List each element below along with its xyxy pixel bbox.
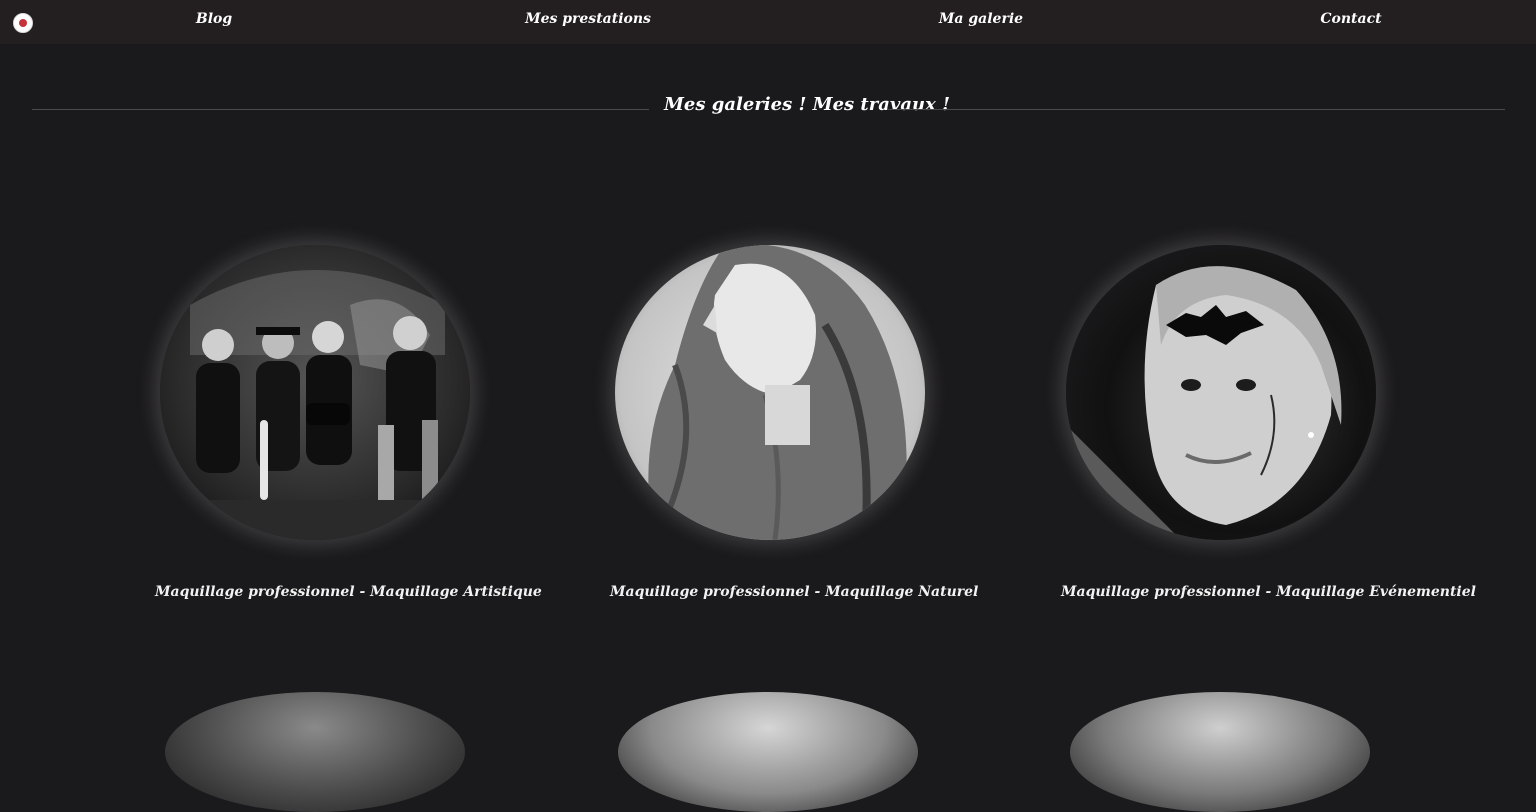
divider-right [887,109,1505,110]
gallery-heading: Mes galeries ! Mes travaux ! [32,92,1505,122]
card-title-evenementiel[interactable]: Maquillage professionnel - Maquillage Ev… [1061,584,1476,600]
page-title: Mes galeries ! Mes travaux ! [664,94,951,115]
brand-logo-icon[interactable] [13,13,33,33]
card-title-artistique[interactable]: Maquillage professionnel - Maquillage Ar… [155,584,542,600]
nav-link-blog[interactable]: Blog [196,11,232,27]
photo-portrait-image [615,245,925,540]
nav-link-contact[interactable]: Contact [1320,11,1381,27]
divider-left [32,109,649,110]
gallery-photo-row2-2[interactable] [618,692,918,812]
gallery-photo-row2-1[interactable] [165,692,465,812]
gallery-card-evenementiel[interactable]: Maquillage professionnel - Maquillage Ev… [1061,245,1476,600]
logo-dot [19,19,27,27]
nav-link-galerie[interactable]: Ma galerie [939,11,1023,27]
photo-group-image [160,245,470,540]
gallery-card-naturel[interactable]: Maquillage professionnel - Maquillage Na… [610,245,978,600]
gallery-card-artistique[interactable]: Maquillage professionnel - Maquillage Ar… [155,245,542,600]
card-title-naturel[interactable]: Maquillage professionnel - Maquillage Na… [610,584,978,600]
top-navbar: Blog Mes prestations Ma galerie Contact [0,0,1536,44]
photo-child-image [1066,245,1376,540]
gallery-photo-row2-3[interactable] [1070,692,1370,812]
gallery-photo-evenementiel[interactable] [1066,245,1376,540]
gallery-photo-naturel[interactable] [615,245,925,540]
gallery-photo-artistique[interactable] [160,245,470,540]
nav-link-prestations[interactable]: Mes prestations [525,11,651,27]
